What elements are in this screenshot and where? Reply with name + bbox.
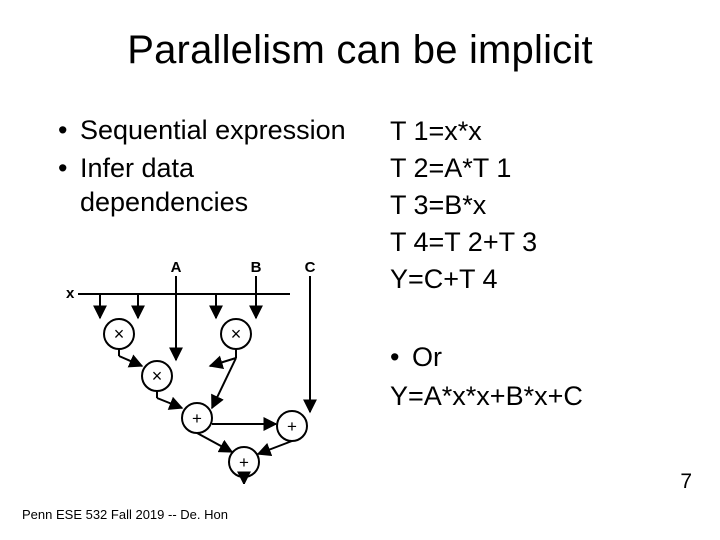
or-equation: Y=A*x*x+B*x+C — [390, 379, 690, 414]
svg-text:+: + — [287, 417, 297, 436]
svg-text:×: × — [114, 324, 125, 344]
right-lower-block: • Or Y=A*x*x+B*x+C — [390, 340, 690, 414]
node-x-label: x — [66, 285, 75, 302]
bullet-dot: • — [390, 340, 412, 375]
svg-text:+: + — [239, 453, 249, 472]
node-a-label: A — [171, 259, 182, 276]
bullet-text: Infer data dependencies — [80, 152, 358, 220]
node-c-label: C — [305, 259, 316, 276]
equation: T 3=B*x — [390, 188, 690, 223]
right-column: T 1=x*x T 2=A*T 1 T 3=B*x T 4=T 2+T 3 Y=… — [390, 114, 690, 299]
bullet-item: • Sequential expression — [58, 114, 358, 148]
bullet-dot: • — [58, 114, 80, 148]
dependency-diagram: x A B C × × × — [60, 254, 370, 484]
svg-text:×: × — [152, 366, 163, 386]
node-b-label: B — [251, 259, 262, 276]
or-label: Or — [412, 340, 442, 375]
bullet-item: • Or — [390, 340, 690, 375]
slide: Parallelism can be implicit • Sequential… — [0, 0, 720, 540]
bullet-item: • Infer data dependencies — [58, 152, 358, 220]
equation: Y=C+T 4 — [390, 262, 690, 297]
page-number: 7 — [680, 470, 692, 494]
bullet-text: Sequential expression — [80, 114, 346, 148]
equation-list: T 1=x*x T 2=A*T 1 T 3=B*x T 4=T 2+T 3 Y=… — [390, 114, 690, 297]
equation: T 4=T 2+T 3 — [390, 225, 690, 260]
bullet-dot: • — [58, 152, 80, 220]
footer-text: Penn ESE 532 Fall 2019 -- De. Hon — [22, 507, 228, 522]
svg-text:+: + — [192, 409, 202, 428]
equation: T 2=A*T 1 — [390, 151, 690, 186]
equation: T 1=x*x — [390, 114, 690, 149]
slide-title: Parallelism can be implicit — [0, 28, 720, 73]
svg-text:×: × — [231, 324, 242, 344]
left-column: • Sequential expression • Infer data dep… — [58, 114, 358, 223]
